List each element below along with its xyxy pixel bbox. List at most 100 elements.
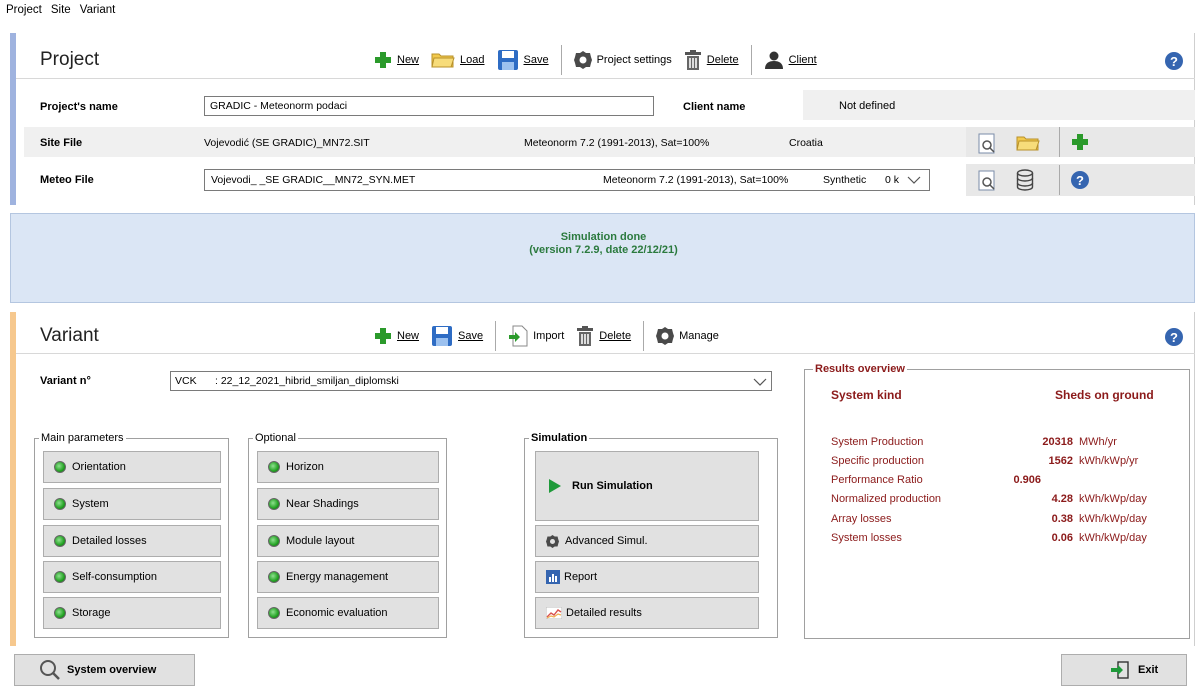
exit-button[interactable]: Exit (1061, 654, 1187, 686)
meteo-file-name: Vojevodi_ _SE GRADIC__MN72_SYN.MET (211, 174, 416, 186)
system-button[interactable]: System (43, 488, 221, 520)
system-overview-button[interactable]: System overview (14, 654, 195, 686)
import-label: Import (533, 330, 565, 342)
report-button[interactable]: Report (535, 561, 759, 593)
run-simulation-label: Run Simulation (572, 480, 653, 492)
results-overview-panel: Results overview System kind Sheds on gr… (804, 363, 1190, 639)
system-label: System (72, 498, 109, 510)
advanced-simulation-button[interactable]: Advanced Simul. (535, 525, 759, 557)
toolbar-separator (750, 45, 752, 75)
simulation-status-banner: Simulation done (version 7.2.9, date 22/… (10, 213, 1195, 303)
detailed-results-button[interactable]: Detailed results (535, 597, 759, 629)
result-value: 1562 (1048, 455, 1073, 467)
system-overview-label: System overview (67, 664, 157, 676)
economic-evaluation-button[interactable]: Economic evaluation (257, 597, 439, 629)
orientation-label: Orientation (72, 461, 126, 473)
menu-project[interactable]: Project (0, 0, 42, 16)
client-label: Client (788, 54, 817, 66)
result-value: 4.28 (1051, 493, 1073, 505)
near-shadings-button[interactable]: Near Shadings (257, 488, 439, 520)
toolbar-separator (643, 321, 645, 351)
meteo-file-source: Meteonorm 7.2 (1991-2013), Sat=100% (603, 174, 789, 186)
status-led-icon (268, 571, 280, 583)
document-search-icon[interactable] (978, 133, 998, 155)
result-label: Performance Ratio (831, 474, 923, 486)
folder-icon[interactable] (1016, 134, 1040, 152)
new-variant-button[interactable]: New (374, 327, 419, 345)
simulation-status-line2: (version 7.2.9, date 22/12/21) (529, 244, 678, 256)
site-file-label: Site File (40, 137, 83, 149)
settings-label: Project settings (596, 54, 672, 66)
menu-bar: Project Site Variant (0, 0, 1195, 22)
load-label: Load (460, 54, 485, 66)
trash-icon (577, 326, 594, 346)
self-consumption-button[interactable]: Self-consumption (43, 561, 221, 593)
orientation-button[interactable]: Orientation (43, 451, 221, 483)
result-unit: kWh/kWp/day (1079, 513, 1147, 525)
save-variant-button[interactable]: Save (431, 325, 483, 347)
project-name-input[interactable]: GRADIC - Meteonorm podaci (204, 96, 654, 116)
line-chart-icon (546, 607, 562, 619)
menu-site[interactable]: Site (45, 0, 71, 16)
project-panel: Project New Load Save Project settings D (16, 33, 1195, 205)
document-search-icon[interactable] (978, 170, 998, 192)
manage-variants-button[interactable]: Manage (656, 327, 719, 345)
detailed-losses-button[interactable]: Detailed losses (43, 525, 221, 557)
meteo-type: Synthetic (823, 174, 867, 186)
status-led-icon (268, 461, 280, 473)
delete-project-button[interactable]: Delete (684, 50, 739, 70)
help-icon[interactable]: ? (1165, 328, 1183, 346)
site-actions-separator (1059, 127, 1060, 157)
detailed-results-label: Detailed results (566, 607, 642, 619)
meteo-extra: 0 k (885, 174, 900, 186)
project-settings-button[interactable]: Project settings (573, 51, 672, 69)
magnifier-icon (40, 660, 60, 680)
help-icon[interactable]: ? (1165, 52, 1183, 70)
import-variant-button[interactable]: Import (508, 325, 564, 347)
help-icon[interactable]: ? (1071, 171, 1089, 189)
self-consumption-label: Self-consumption (72, 571, 157, 583)
main-parameters-group: Main parameters Orientation System Detai… (34, 432, 229, 638)
simulation-group: Simulation Run Simulation Advanced Simul… (524, 432, 778, 638)
project-name-label: Project's name (40, 101, 118, 113)
energy-management-button[interactable]: Energy management (257, 561, 439, 593)
result-unit: MWh/yr (1079, 436, 1117, 448)
module-layout-label: Module layout (286, 535, 355, 547)
result-label: System losses (831, 532, 902, 544)
result-unit: kWh/kWp/day (1079, 532, 1147, 544)
horizon-label: Horizon (286, 461, 324, 473)
status-led-icon (268, 498, 280, 510)
exit-icon (1111, 661, 1129, 679)
status-led-icon (54, 607, 66, 619)
plus-icon[interactable] (1071, 133, 1089, 151)
new-project-button[interactable]: New (374, 51, 419, 69)
variant-select[interactable]: VCK : 22_12_2021_hibrid_smiljan_diplomsk… (170, 371, 772, 391)
manage-label: Manage (679, 330, 719, 342)
near-shadings-label: Near Shadings (286, 498, 359, 510)
database-icon[interactable] (1016, 169, 1034, 191)
run-simulation-button[interactable]: Run Simulation (535, 451, 759, 521)
result-value: 20318 (1042, 436, 1073, 448)
delete-variant-button[interactable]: Delete (576, 326, 631, 346)
advanced-simulation-label: Advanced Simul. (565, 535, 648, 547)
plus-icon (375, 328, 391, 344)
variant-code: VCK (175, 375, 197, 387)
meteo-file-select[interactable]: Vojevodi_ _SE GRADIC__MN72_SYN.MET Meteo… (204, 169, 930, 191)
module-layout-button[interactable]: Module layout (257, 525, 439, 557)
result-value: 0.906 (1013, 474, 1041, 486)
new-label: New (397, 54, 420, 66)
floppy-icon (497, 50, 518, 70)
site-file-name: Vojevodić (SE GRADIC)_MN72.SIT (204, 137, 370, 149)
storage-button[interactable]: Storage (43, 597, 221, 629)
client-button[interactable]: Client (764, 50, 817, 70)
menu-variant[interactable]: Variant (74, 0, 116, 16)
status-led-icon (54, 498, 66, 510)
person-icon (764, 51, 783, 69)
load-project-button[interactable]: Load (431, 51, 485, 69)
client-name-value: Not defined (803, 90, 1195, 120)
site-country: Croatia (789, 137, 823, 149)
result-label: Normalized production (831, 493, 942, 505)
horizon-button[interactable]: Horizon (257, 451, 439, 483)
delete-label: Delete (599, 330, 632, 342)
save-project-button[interactable]: Save (497, 49, 549, 71)
